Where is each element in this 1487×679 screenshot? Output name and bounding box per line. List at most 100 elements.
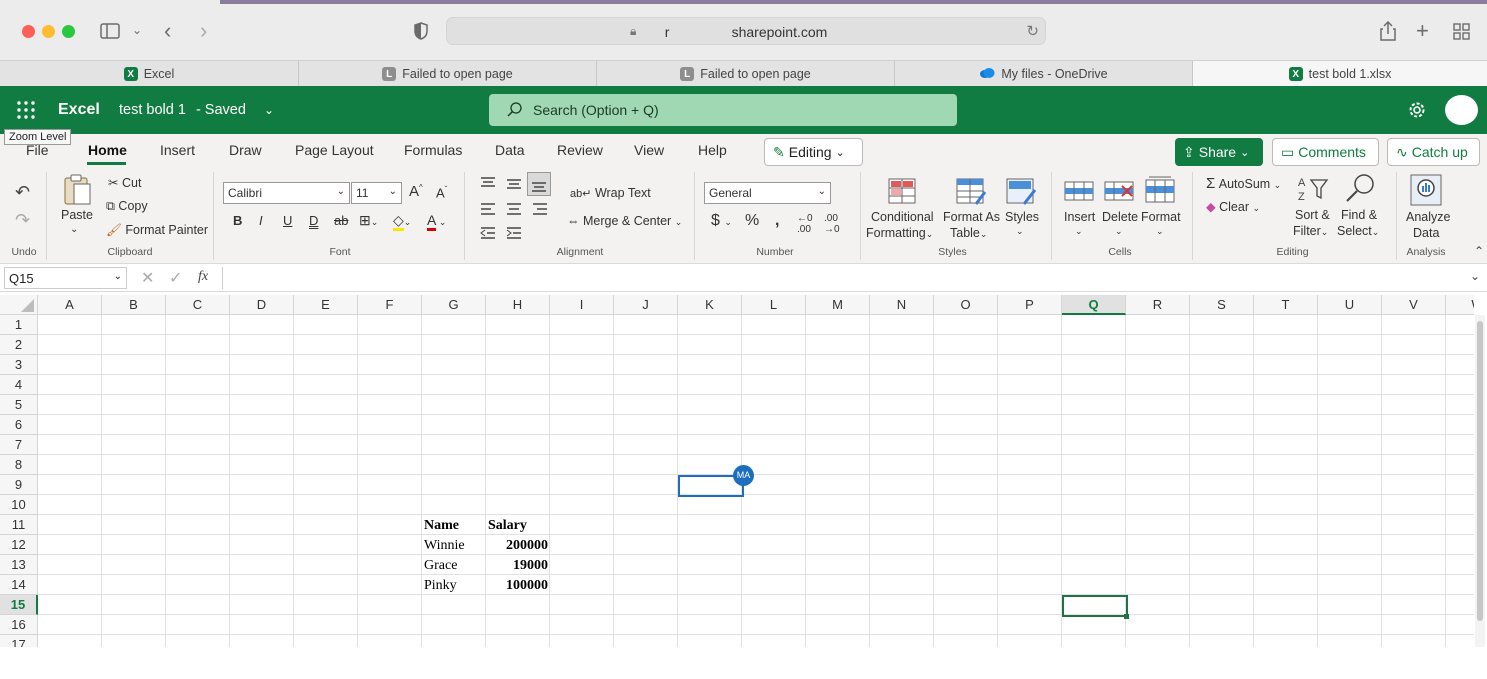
autosum-button[interactable]: Σ AutoSum ⌄ (1206, 175, 1281, 192)
vertical-scrollbar[interactable] (1475, 315, 1485, 647)
redo-icon[interactable]: ↷ (15, 210, 30, 231)
analyze-data-icon[interactable] (1410, 174, 1442, 211)
cell-H13[interactable]: 19000 (488, 556, 548, 576)
sidebar-icon[interactable] (100, 23, 120, 42)
column-header-B[interactable]: B (102, 295, 166, 315)
decrease-decimal-icon[interactable]: .00 →0 (824, 213, 840, 235)
align-right-icon[interactable] (532, 202, 548, 221)
forward-icon[interactable]: › (200, 20, 207, 42)
sort-filter-button[interactable]: Sort & (1295, 208, 1330, 222)
increase-font-icon[interactable]: A^ (409, 183, 423, 200)
minimize-window-button[interactable] (42, 25, 55, 38)
tab-home[interactable]: Home (88, 142, 127, 158)
new-tab-icon[interactable]: + (1416, 20, 1429, 42)
active-cell-selection[interactable] (1062, 595, 1128, 617)
collaborator-badge[interactable]: MA (733, 465, 754, 486)
font-size-select[interactable]: 11 ⌄ (351, 182, 402, 204)
row-header-1[interactable]: 1 (0, 315, 38, 335)
formula-input[interactable] (222, 267, 1472, 289)
chevron-down-icon[interactable]: ⌄ (70, 224, 78, 235)
column-header-P[interactable]: P (998, 295, 1062, 315)
format-as-table-icon[interactable] (956, 178, 987, 211)
app-name[interactable]: Excel (58, 101, 100, 119)
column-header-M[interactable]: M (806, 295, 870, 315)
merge-center-button[interactable]: ⇔ Merge & Center ⌄ (567, 214, 682, 228)
column-header-T[interactable]: T (1254, 295, 1318, 315)
cell-G13[interactable]: Grace (424, 556, 457, 576)
row-header-15[interactable]: 15 (0, 595, 38, 615)
sort-filter-dropdown[interactable]: Filter⌄ (1293, 224, 1328, 238)
catch-up-button[interactable]: ∿ Catch up (1387, 138, 1480, 166)
browser-tab-active[interactable]: X test bold 1.xlsx (1193, 61, 1487, 87)
tab-view[interactable]: View (634, 142, 664, 158)
chevron-down-icon[interactable]: ⌄ (1115, 226, 1123, 237)
align-middle-icon[interactable] (506, 177, 522, 195)
column-header-K[interactable]: K (678, 295, 742, 315)
column-header-H[interactable]: H (486, 295, 550, 315)
row-header-12[interactable]: 12 (0, 535, 38, 555)
column-header-J[interactable]: J (614, 295, 678, 315)
row-header-3[interactable]: 3 (0, 355, 38, 375)
name-box[interactable]: Q15 ⌄ (4, 267, 127, 289)
confirm-entry-icon[interactable]: ✓ (169, 268, 182, 288)
tab-page-layout[interactable]: Page Layout (295, 142, 374, 158)
analyze-data-button[interactable]: Analyze (1406, 210, 1450, 224)
share-icon[interactable] (1380, 20, 1396, 44)
currency-icon[interactable]: $ ⌄ (711, 212, 732, 230)
column-header-E[interactable]: E (294, 295, 358, 315)
bold-icon[interactable]: B (233, 213, 242, 228)
close-window-button[interactable] (22, 25, 35, 38)
underline-icon[interactable]: U (283, 213, 292, 228)
column-header-U[interactable]: U (1318, 295, 1382, 315)
row-header-6[interactable]: 6 (0, 415, 38, 435)
column-header-G[interactable]: G (422, 295, 486, 315)
row-header-14[interactable]: 14 (0, 575, 38, 595)
format-as-table-dropdown[interactable]: Table⌄ (950, 226, 987, 240)
column-header-I[interactable]: I (550, 295, 614, 315)
sort-filter-icon[interactable]: AZ (1297, 174, 1329, 209)
decrease-indent-icon[interactable] (480, 226, 496, 245)
format-cells-button[interactable]: Format (1141, 210, 1181, 224)
clear-button[interactable]: ◆ Clear ⌄ (1206, 199, 1260, 214)
browser-tab[interactable]: L Failed to open page (597, 61, 895, 87)
insert-cells-icon[interactable] (1064, 178, 1094, 209)
column-header-W[interactable]: W (1446, 295, 1474, 315)
column-header-L[interactable]: L (742, 295, 806, 315)
chevron-down-icon[interactable]: ⌄ (1156, 226, 1164, 237)
strikethrough-icon[interactable]: ab (334, 213, 348, 228)
font-name-select[interactable]: Calibri ⌄ (223, 182, 350, 204)
percent-icon[interactable]: % (745, 212, 759, 230)
row-header-13[interactable]: 13 (0, 555, 38, 575)
column-header-S[interactable]: S (1190, 295, 1254, 315)
column-header-N[interactable]: N (870, 295, 934, 315)
conditional-formatting-dropdown[interactable]: Formatting⌄ (866, 226, 933, 240)
search-box[interactable]: Search (Option + Q) (489, 94, 957, 126)
settings-gear-icon[interactable] (1407, 100, 1427, 125)
row-header-9[interactable]: 9 (0, 475, 38, 495)
row-header-5[interactable]: 5 (0, 395, 38, 415)
column-header-F[interactable]: F (358, 295, 422, 315)
find-select-icon[interactable] (1344, 172, 1376, 209)
tab-help[interactable]: Help (698, 142, 727, 158)
tab-review[interactable]: Review (557, 142, 603, 158)
cell-styles-icon[interactable] (1006, 178, 1037, 211)
row-header-2[interactable]: 2 (0, 335, 38, 355)
increase-decimal-icon[interactable]: ←0.00 (797, 213, 813, 235)
insert-cells-button[interactable]: Insert (1064, 210, 1095, 224)
fill-handle[interactable] (1124, 614, 1129, 619)
copy-button[interactable]: ⧉ Copy (106, 199, 148, 214)
back-icon[interactable]: ‹ (164, 20, 171, 42)
expand-formula-bar-icon[interactable]: ⌄ (1470, 269, 1480, 283)
decrease-font-icon[interactable]: Aˇ (436, 185, 447, 200)
browser-tab[interactable]: X Excel (0, 61, 299, 87)
paste-icon[interactable] (62, 172, 92, 211)
scrollbar-thumb[interactable] (1477, 321, 1483, 621)
cut-button[interactable]: ✂︎ Cut (108, 175, 141, 190)
chevron-down-icon[interactable]: ⌄ (1016, 226, 1024, 237)
column-header-Q[interactable]: Q (1062, 295, 1126, 315)
cell-H12[interactable]: 200000 (488, 536, 548, 556)
align-left-icon[interactable] (480, 202, 496, 221)
column-header-A[interactable]: A (38, 295, 102, 315)
fill-color-icon[interactable]: ◇⌄ (393, 212, 411, 231)
column-header-R[interactable]: R (1126, 295, 1190, 315)
